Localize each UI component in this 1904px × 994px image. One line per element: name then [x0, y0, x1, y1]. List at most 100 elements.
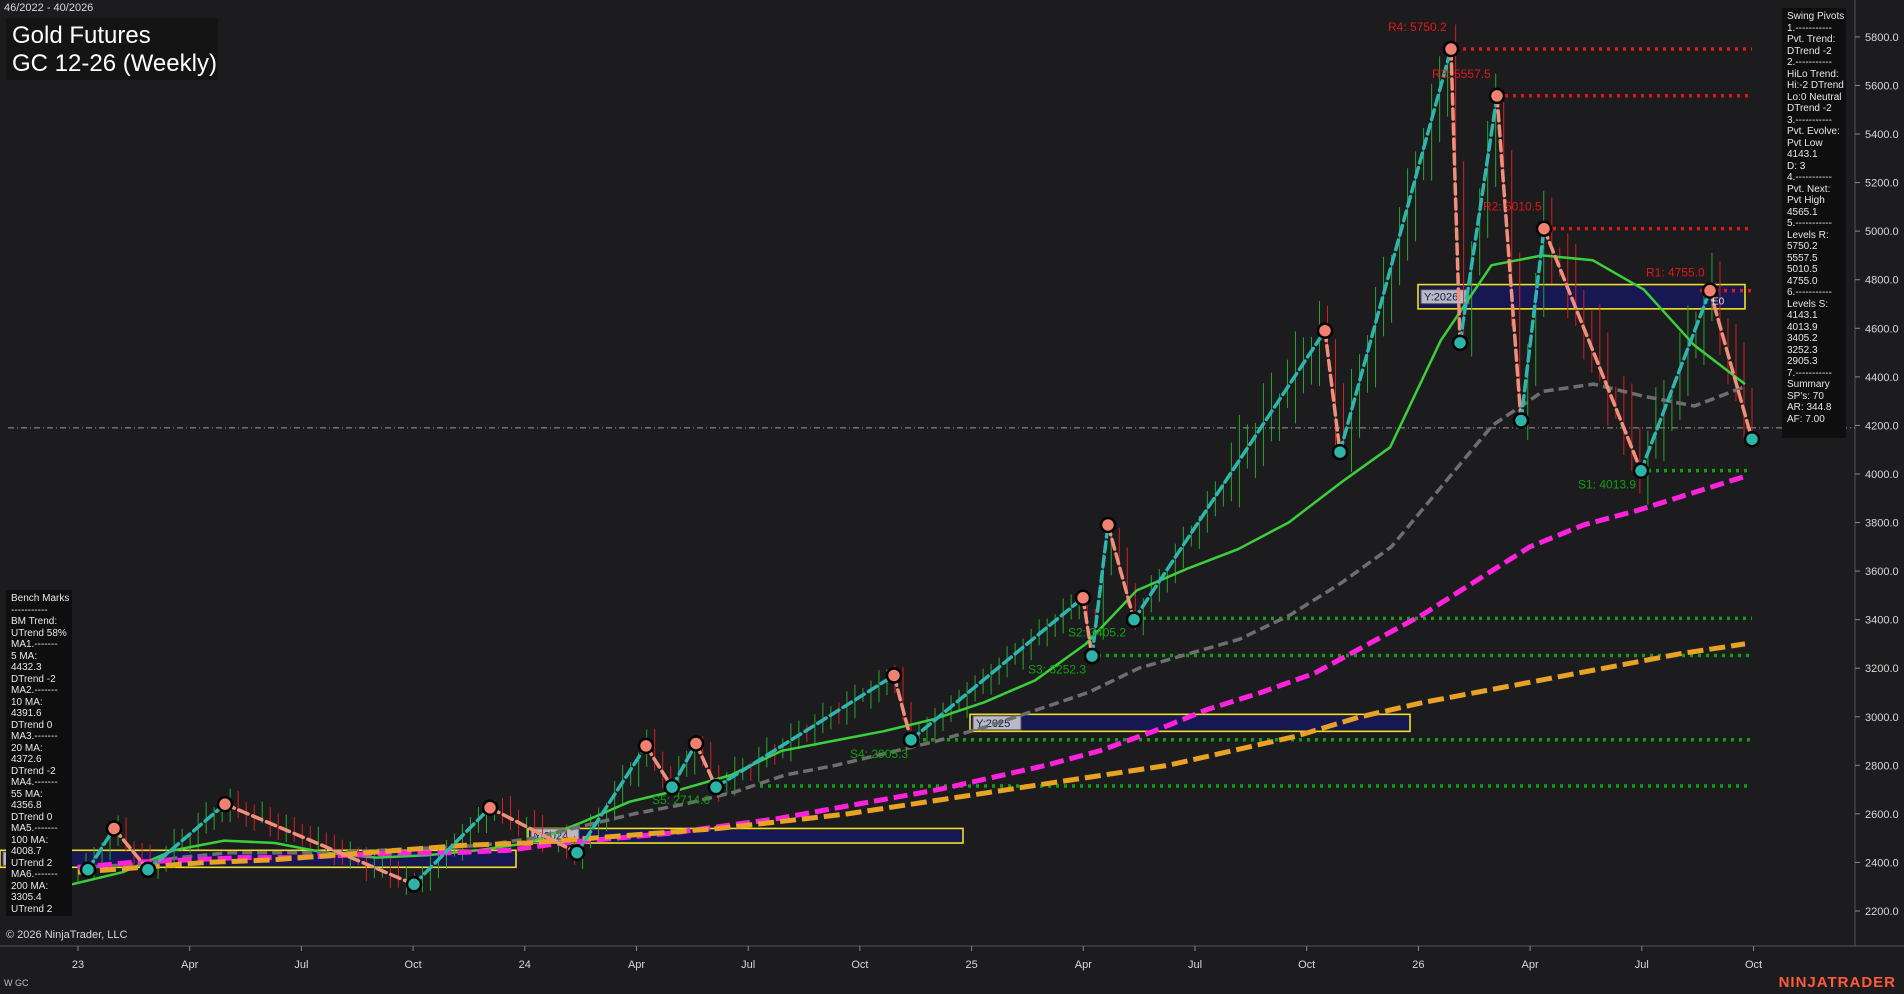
swing-panel-line: 4.-----------: [1787, 172, 1832, 183]
x-tick-label: Jul: [1635, 959, 1649, 971]
x-tick-label: Jul: [741, 959, 755, 971]
bench-panel-line: UTrend 2: [11, 903, 53, 915]
swing-panel-line: Pvt. Next:: [1787, 183, 1831, 195]
swing-high-marker: [1488, 87, 1506, 105]
swing-panel-line: 5750.2: [1787, 241, 1818, 252]
swing-low-marker: [1632, 462, 1650, 480]
bench-panel-line: 3305.4: [11, 892, 42, 903]
bench-panel-line: 5 MA:: [11, 650, 38, 662]
support-level-label: S1: 4013.9: [1578, 478, 1636, 492]
swing-panel-line: Summary: [1787, 379, 1830, 390]
bench-panel-line: DTrend 0: [11, 719, 53, 731]
swing-low-marker: [1512, 412, 1530, 429]
swing-panel-line: Levels R:: [1787, 229, 1829, 241]
bench-panel-line: MA1.-------: [11, 639, 58, 650]
swing-panel-line: Swing Pivots: [1787, 11, 1845, 22]
y-tick-label: 5600.0: [1865, 80, 1899, 92]
bench-panel-line: 10 MA:: [11, 696, 43, 708]
swing-panel-line: 7.-----------: [1787, 367, 1832, 379]
y-tick-label: 4800.0: [1865, 275, 1899, 287]
swing-panel-line: SP's: 70: [1787, 390, 1824, 402]
x-tick-label: Oct: [1745, 959, 1762, 971]
swing-panel-line: 2.-----------: [1787, 57, 1832, 68]
y-tick-label: 2200.0: [1865, 906, 1899, 918]
bench-panel-line: DTrend -2: [11, 765, 56, 777]
y-tick-label: 2600.0: [1865, 809, 1899, 821]
swing-high-marker: [1701, 282, 1719, 299]
resistance-level-label: R1: 4755.0: [1646, 266, 1705, 280]
bench-panel-line: MA2.-------: [11, 685, 58, 696]
swing-panel-line: 4755.0: [1787, 275, 1818, 287]
swing-high-marker: [1316, 322, 1334, 339]
y-tick-label: 3600.0: [1865, 566, 1899, 578]
swing-panel-line: 1.-----------: [1787, 22, 1832, 34]
y-tick-label: 2800.0: [1865, 760, 1899, 772]
swing-panel-line: 6.-----------: [1787, 287, 1832, 298]
x-tick-label: Apr: [1522, 959, 1539, 971]
support-level-label: S3: 3252.3: [1028, 663, 1086, 677]
x-tick-label: 26: [1412, 959, 1424, 971]
swing-panel-line: 2905.3: [1787, 356, 1818, 367]
resistance-level-label: R4: 5750.2: [1388, 20, 1447, 34]
x-tick-label: 23: [72, 959, 84, 971]
x-tick-label: Oct: [405, 959, 422, 971]
resistance-level-label: R3: 5557.5: [1432, 67, 1491, 81]
swing-high-marker: [687, 735, 705, 752]
bench-panel-line: DTrend -2: [11, 673, 56, 685]
instrument-name: Gold Futures: [12, 22, 151, 49]
swing-panel-line: Lo:0 Neutral: [1787, 91, 1842, 103]
y-tick-label: 3000.0: [1865, 712, 1899, 724]
bench-panel-line: 4391.6: [11, 708, 42, 719]
x-tick-label: 25: [965, 959, 977, 971]
swing-high-marker: [1535, 220, 1553, 237]
year-box-label: Y:2026: [1424, 292, 1458, 304]
bench-marks-panel: Bench Marks ----------- BM Trend: UTrend 58…: [6, 590, 72, 916]
copyright-text: © 2026 NinjaTrader, LLC: [6, 929, 128, 941]
y-tick-label: 3400.0: [1865, 615, 1899, 627]
swing-panel-line: 4565.1: [1787, 206, 1818, 218]
contract-timeframe: GC 12-26 (Weekly): [12, 50, 217, 77]
bench-panel-line: MA4.-------: [11, 777, 58, 788]
swing-panel-line: 3405.2: [1787, 333, 1818, 344]
swing-high-marker: [1074, 589, 1092, 607]
swing-high-marker: [216, 795, 234, 813]
y-tick-label: 4600.0: [1865, 323, 1899, 335]
y-tick-label: 2400.0: [1865, 857, 1899, 869]
swing-low-marker: [568, 844, 586, 861]
r1-marker-label: E0: [1712, 297, 1725, 308]
swing-panel-line: 4143.1: [1787, 310, 1818, 321]
bench-panel-line: 200 MA:: [11, 880, 49, 892]
x-tick-label: Apr: [628, 959, 645, 971]
bench-panel-line: MA5.-------: [11, 823, 58, 834]
swing-panel-line: AR: 344.8: [1787, 402, 1832, 413]
swing-low-marker: [1083, 647, 1101, 665]
swing-panel-line: 4013.9: [1787, 321, 1818, 333]
swing-panel-line: 4143.1: [1787, 149, 1818, 160]
swing-panel-line: AF: 7.00: [1787, 413, 1825, 425]
swing-panel-line: DTrend -2: [1787, 45, 1832, 57]
swing-panel-line: Hi:-2 DTrend: [1787, 80, 1844, 91]
date-range: 46/2022 - 40/2026: [4, 2, 94, 14]
swing-pivots-panel: Swing Pivots 1.----------- Pvt. Trend: DTre…: [1782, 8, 1846, 438]
bench-panel-line: UTrend 58%: [11, 627, 67, 639]
x-tick-label: Apr: [1075, 959, 1092, 971]
swing-panel-line: HiLo Trend:: [1787, 68, 1839, 80]
bench-panel-line: 55 MA:: [11, 788, 43, 800]
swing-high-marker: [637, 737, 655, 755]
y-tick-label: 5800.0: [1865, 32, 1899, 44]
swing-high-marker: [481, 799, 499, 817]
bench-panel-line: DTrend 0: [11, 811, 53, 823]
y-tick-label: 3200.0: [1865, 663, 1899, 675]
y-tick-label: 3800.0: [1865, 518, 1899, 530]
swing-panel-line: 5557.5: [1787, 252, 1818, 264]
bench-panel-line: UTrend 2: [11, 857, 53, 869]
bench-panel-line: 20 MA:: [11, 742, 43, 754]
swing-low-marker: [79, 861, 97, 878]
swing-low-marker: [902, 731, 920, 749]
swing-low-marker: [707, 778, 725, 796]
swing-panel-line: Pvt High: [1787, 195, 1825, 206]
price-chart[interactable]: 2200.0 2400.0 2600.0 2800.0 3000.0 3200.0 3400…: [0, 0, 1904, 994]
y-tick-label: 5200.0: [1865, 178, 1899, 190]
bench-panel-line: MA3.-------: [11, 731, 58, 742]
x-tick-label: 24: [519, 959, 531, 971]
